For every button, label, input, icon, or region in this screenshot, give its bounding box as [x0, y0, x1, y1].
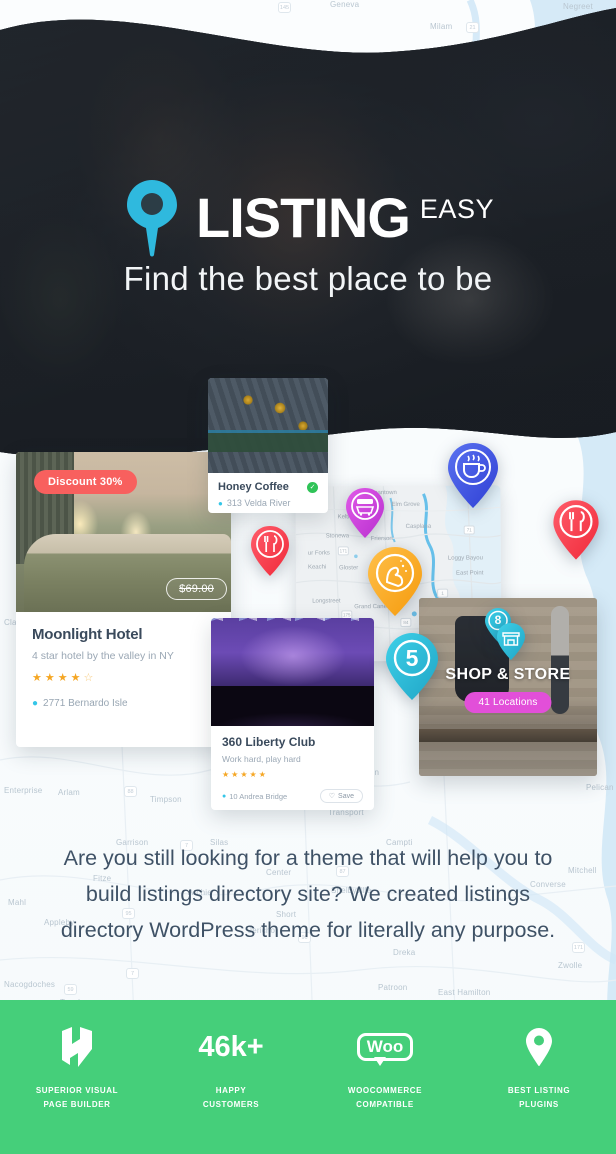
landing-page-preview: Geneva Negreet Milam 145 21 Nacogdoches …	[0, 0, 616, 1154]
coffee-card-body: Honey Coffee ✓ ● 313 Velda River	[208, 473, 328, 513]
footer-label-woocommerce: WOOCOMMERCE COMPATIBLE	[347, 1086, 423, 1109]
road-shield-icon: 71	[463, 525, 475, 535]
club-title: 360 Liberty Club	[222, 735, 316, 749]
restaurant-pin-left[interactable]	[250, 525, 290, 578]
footer-item-page-builder: SUPERIOR VISUAL PAGE BUILDER	[9, 1022, 145, 1112]
map-label: Loggy Bayou	[447, 555, 483, 562]
hotel-card-body: Moonlight Hotel 4 star hotel by the vall…	[16, 612, 231, 721]
footer-label-page-builder: SUPERIOR VISUAL PAGE BUILDER	[35, 1086, 119, 1109]
shop-locations-badge: 41 Locations	[464, 692, 552, 713]
map-pin-icon	[122, 178, 182, 258]
hero-tagline: Find the best place to be	[123, 260, 493, 297]
hotel-card-image: Discount 30% $69.00	[16, 452, 231, 612]
visual-composer-icon	[9, 1022, 145, 1072]
road-shield-icon: 1	[437, 588, 449, 598]
road-shield-icon: 59	[64, 984, 77, 995]
map-label: Elm Grove	[391, 501, 420, 509]
map-label: East Hamilton	[438, 988, 491, 997]
hero-logo-row: LISTING EASY	[0, 178, 616, 258]
cluster-pin-5[interactable]: 5	[385, 632, 439, 702]
map-label: Mahl	[8, 898, 27, 907]
club-address: ● 10 Andrea Bridge	[222, 792, 287, 801]
road-shield-icon: 88	[124, 786, 137, 797]
map-label: ur Forks	[307, 550, 330, 557]
club-card-body: 360 Liberty Club Work hard, play hard ★★…	[211, 726, 374, 810]
footer-item-customers: 46k+ HAPPY CUSTOMERS	[163, 1022, 299, 1112]
map-label: Longstreet	[312, 598, 341, 605]
map-label: Nacogdoches	[4, 980, 56, 989]
map-label: Mitchell	[568, 866, 597, 875]
map-label: Enterprise	[4, 786, 43, 795]
map-label: East Point	[455, 570, 484, 577]
hotel-subtitle: 4 star hotel by the valley in NY	[32, 650, 174, 662]
location-pin-icon: ●	[218, 498, 223, 508]
map-label: Zwolle	[558, 961, 583, 970]
happy-customers-count: 46k+	[198, 1031, 264, 1063]
listing-card-club[interactable]: 360 Liberty Club Work hard, play hard ★★…	[211, 618, 374, 810]
road-shield-icon: 84	[400, 617, 412, 627]
footer-label-plugins: BEST LISTING PLUGINS	[507, 1086, 571, 1109]
hero-section: LISTING EASY Find the best place to be	[0, 0, 616, 470]
map-pin-icon	[471, 1022, 607, 1072]
intro-paragraph: Are you still looking for a theme that w…	[60, 846, 556, 942]
hotel-address: ● 2771 Bernardo Isle	[32, 698, 215, 709]
footer-label-customers: HAPPY CUSTOMERS	[202, 1086, 260, 1109]
map-label: Gloster	[338, 565, 359, 572]
coffee-title: Honey Coffee	[218, 481, 289, 493]
map-label: Arlam	[58, 788, 80, 797]
club-subtitle: Work hard, play hard	[222, 754, 301, 764]
coffee-address-text: 313 Velda River	[226, 498, 291, 508]
road-shield-icon: 171	[572, 942, 585, 953]
store-pin[interactable]	[496, 622, 526, 662]
woocommerce-icon: Woo	[317, 1022, 453, 1072]
listing-card-hotel[interactable]: Discount 30% $69.00 Moonlight Hotel 4 st…	[16, 452, 231, 747]
check-circle-icon: ✓	[307, 481, 318, 493]
map-label: Pelican	[586, 783, 614, 792]
coffee-pin[interactable]	[447, 442, 499, 510]
footer-item-woocommerce: Woo WOOCOMMERCE COMPATIBLE	[317, 1022, 453, 1112]
hotel-title: Moonlight Hotel	[32, 626, 143, 643]
map-label: Dreka	[393, 948, 416, 957]
road-shield-icon: 171	[337, 546, 349, 556]
location-pin-icon: ●	[32, 698, 39, 709]
club-rating-stars: ★★★★★	[222, 770, 268, 779]
hotel-address-text: 2771 Bernardo Isle	[43, 698, 128, 709]
price-badge: $69.00	[166, 578, 227, 600]
brand-secondary: EASY	[419, 194, 494, 224]
club-address-text: 10 Andrea Bridge	[229, 791, 288, 801]
woocommerce-wordmark: Woo	[356, 1033, 414, 1066]
brand-primary: LISTING	[196, 186, 411, 249]
fitness-pin[interactable]	[367, 546, 423, 618]
coffee-address: ● 313 Velda River	[218, 498, 318, 508]
save-button-label: Save	[338, 792, 354, 800]
hotel-rating-stars: ★★★★☆	[32, 672, 97, 684]
shopping-pin[interactable]	[345, 487, 385, 540]
map-label: Patroon	[378, 983, 408, 992]
brand-wordmark: LISTING EASY	[196, 190, 494, 246]
map-label: Keachi	[307, 564, 327, 571]
footer-item-plugins: BEST LISTING PLUGINS	[471, 1022, 607, 1112]
road-shield-icon: 7	[126, 968, 139, 979]
map-label: Timpson	[150, 795, 182, 804]
discount-badge: Discount 30%	[34, 470, 137, 494]
save-button[interactable]: ♡ Save	[319, 789, 363, 803]
features-footer: SUPERIOR VISUAL PAGE BUILDER 46k+ HAPPY CU…	[0, 1000, 616, 1154]
club-card-image	[211, 618, 374, 726]
map-label: Casplana	[405, 523, 432, 530]
shop-title: SHOP & STORE	[445, 666, 571, 683]
hero-content: LISTING EASY Find the best place to be	[0, 0, 616, 470]
heart-icon: ♡	[328, 793, 336, 800]
location-pin-icon: ●	[222, 792, 227, 800]
restaurant-pin-right[interactable]	[552, 499, 600, 562]
